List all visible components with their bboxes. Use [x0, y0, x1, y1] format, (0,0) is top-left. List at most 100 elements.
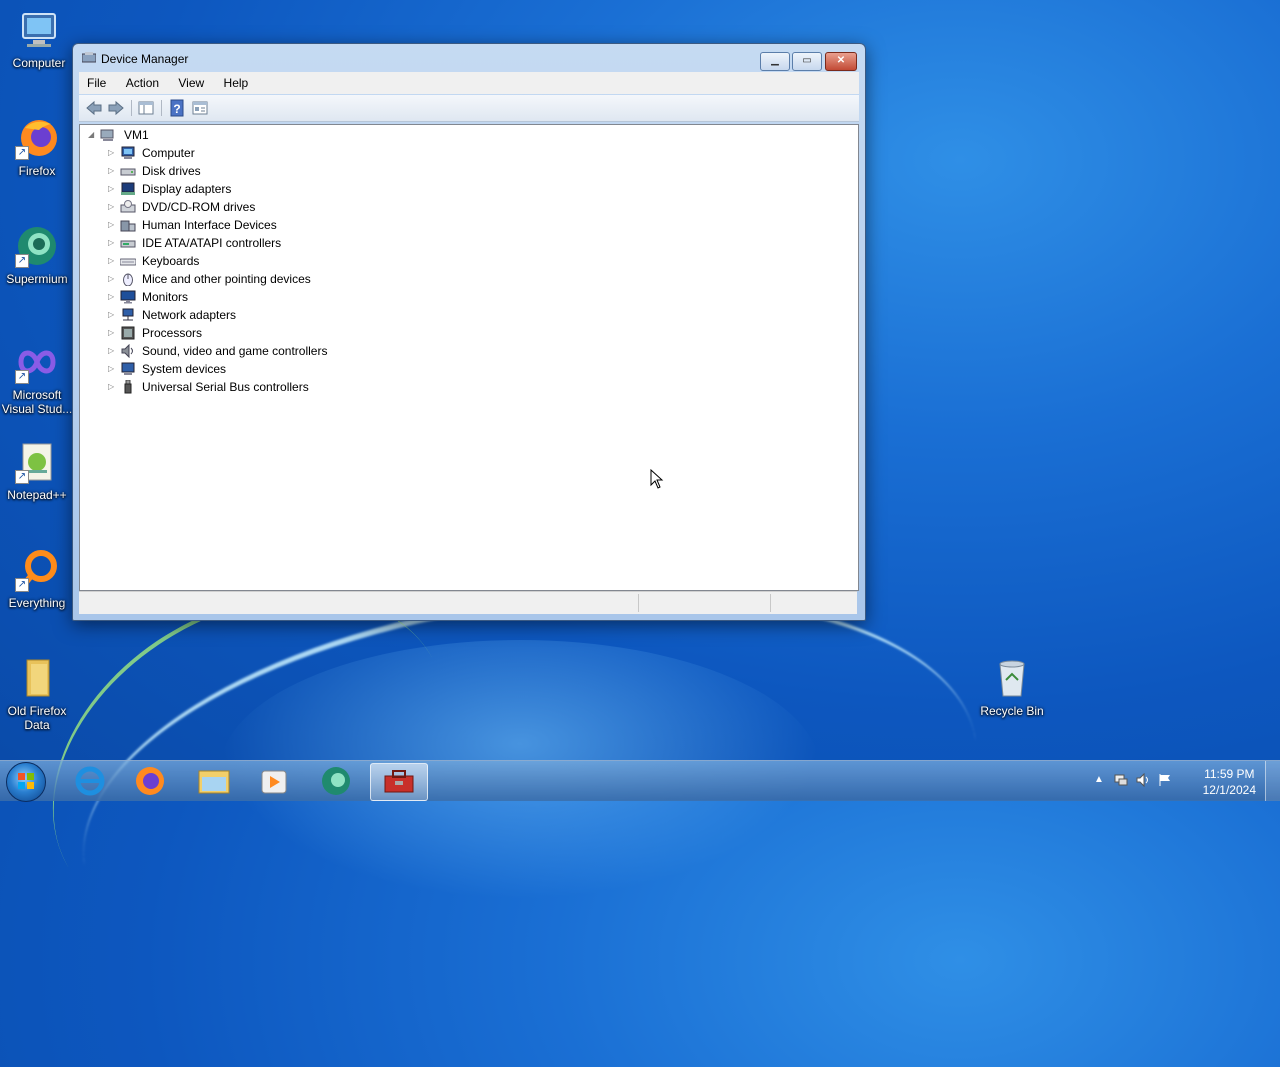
desktop-icon-label: Notepad++ — [7, 488, 67, 502]
taskbar-firefox[interactable] — [122, 763, 178, 799]
disk-drive-icon — [120, 164, 136, 178]
desktop-icon-label: Computer — [12, 56, 66, 70]
dvd-drive-icon — [120, 200, 136, 214]
desktop-icon-label: Old Firefox Data — [7, 704, 67, 732]
desktop-icon-computer[interactable]: Computer — [0, 8, 78, 70]
maximize-icon: ▭ — [802, 55, 812, 66]
desktop-icon-label: Supermium — [6, 272, 68, 286]
close-button[interactable]: ✕ — [825, 52, 857, 71]
ide-controller-icon — [120, 236, 136, 250]
supermium-icon — [322, 767, 350, 795]
menu-view[interactable]: View — [170, 72, 212, 90]
desktop-icon-firefox[interactable]: ↗ Firefox — [0, 116, 76, 178]
toolbar-separator — [131, 100, 132, 116]
tree-item-label: System devices — [142, 362, 227, 376]
status-bar-separator — [638, 594, 639, 612]
desktop-icon-visual-studio[interactable]: ↗ Microsoft Visual Stud... — [0, 340, 76, 416]
device-manager-window[interactable]: Device Manager ▁ ▭ ✕ File Action View He… — [72, 43, 866, 621]
expand-arrow-icon[interactable]: ▷ — [108, 252, 118, 270]
maximize-button[interactable]: ▭ — [792, 52, 822, 71]
toolbar-separator — [161, 100, 162, 116]
minimize-button[interactable]: ▁ — [760, 52, 790, 71]
title-bar[interactable]: Device Manager ▁ ▭ ✕ — [73, 44, 865, 72]
show-desktop-button[interactable] — [1265, 761, 1280, 801]
firefox-icon — [136, 767, 164, 795]
menu-action[interactable]: Action — [118, 72, 167, 90]
mouse-cursor-icon — [650, 468, 664, 489]
expand-arrow-icon[interactable]: ▷ — [108, 234, 118, 252]
forward-arrow-icon[interactable] — [107, 99, 125, 117]
action-center-flag-icon[interactable] — [1158, 773, 1172, 790]
network-tray-icon[interactable] — [1114, 773, 1128, 790]
collapse-arrow-icon[interactable]: ◢ — [88, 126, 98, 144]
taskbar: ▲ 11:59 PM 12/1/2024 — [0, 760, 1280, 802]
expand-arrow-icon[interactable]: ▷ — [108, 144, 118, 162]
recycle-bin-icon — [990, 656, 1034, 700]
expand-arrow-icon[interactable]: ▷ — [108, 270, 118, 288]
start-button[interactable] — [6, 762, 46, 802]
desktop-icon-old-firefox-data[interactable]: Old Firefox Data — [0, 656, 76, 732]
hid-icon — [120, 218, 136, 232]
display-adapter-icon — [120, 182, 136, 196]
shortcut-arrow-icon: ↗ — [15, 370, 29, 384]
status-bar — [79, 591, 857, 614]
expand-arrow-icon[interactable]: ▷ — [108, 162, 118, 180]
tree-item-label: DVD/CD-ROM drives — [142, 200, 256, 214]
usb-icon — [120, 379, 136, 394]
expand-arrow-icon[interactable]: ▷ — [108, 378, 118, 396]
expand-arrow-icon[interactable]: ▷ — [108, 342, 118, 360]
internet-explorer-icon — [75, 766, 105, 796]
back-arrow-icon[interactable] — [85, 99, 103, 117]
shortcut-arrow-icon: ↗ — [15, 254, 29, 268]
taskbar-file-explorer[interactable] — [186, 763, 242, 799]
desktop-icon-recycle-bin[interactable]: Recycle Bin — [973, 656, 1051, 718]
processor-icon — [120, 326, 136, 340]
expand-arrow-icon[interactable]: ▷ — [108, 324, 118, 342]
desktop-icon-supermium[interactable]: ↗ Supermium — [0, 224, 76, 286]
monitor-icon — [120, 290, 136, 304]
expand-arrow-icon[interactable]: ▷ — [108, 198, 118, 216]
taskbar-supermium[interactable] — [308, 763, 364, 799]
clock[interactable]: 11:59 PM 12/1/2024 — [1203, 766, 1256, 798]
menu-file[interactable]: File — [79, 72, 114, 90]
desktop-icon-everything[interactable]: ↗ Everything — [0, 548, 76, 610]
menu-help[interactable]: Help — [216, 72, 257, 90]
volume-icon[interactable] — [1136, 772, 1150, 790]
expand-arrow-icon[interactable]: ▷ — [108, 288, 118, 306]
supermium-icon: ↗ — [15, 224, 59, 268]
desktop-icon-label: Firefox — [18, 164, 56, 178]
expand-arrow-icon[interactable]: ▷ — [108, 360, 118, 378]
expand-arrow-icon[interactable]: ▷ — [108, 306, 118, 324]
media-player-icon — [261, 770, 287, 794]
computer-icon — [17, 8, 61, 52]
notepadpp-icon: ↗ — [15, 440, 59, 484]
status-bar-separator — [770, 594, 771, 612]
svg-text:?: ? — [173, 102, 180, 116]
shortcut-arrow-icon: ↗ — [15, 146, 29, 160]
help-icon[interactable]: ? — [168, 99, 186, 117]
expand-arrow-icon[interactable]: ▷ — [108, 180, 118, 198]
desktop-icon-label: Everything — [8, 596, 66, 610]
device-tree[interactable]: ◢ VM1 ▷ Computer ▷ Disk drives ▷ Display… — [79, 124, 859, 591]
taskbar-internet-explorer[interactable] — [62, 763, 118, 799]
desktop-icon-label: Recycle Bin — [980, 704, 1044, 718]
show-hide-console-tree-icon[interactable] — [137, 99, 155, 117]
device-manager-icon — [384, 770, 414, 793]
properties-icon[interactable] — [191, 99, 209, 117]
desktop-icon-notepadpp[interactable]: ↗ Notepad++ — [0, 440, 76, 502]
visual-studio-icon: ↗ — [15, 340, 59, 384]
taskbar-device-manager[interactable] — [370, 763, 428, 801]
device-manager-icon — [81, 52, 97, 64]
everything-icon: ↗ — [15, 548, 59, 592]
file-explorer-icon — [198, 770, 230, 794]
firefox-icon: ↗ — [15, 116, 59, 160]
desktop-icon-label: Microsoft Visual Stud... — [1, 388, 73, 416]
tree-item-label: Network adapters — [142, 308, 237, 322]
tree-item-label: Mice and other pointing devices — [142, 272, 311, 286]
taskbar-media-player[interactable] — [246, 763, 302, 799]
tree-item-label: Human Interface Devices — [142, 218, 277, 232]
shortcut-arrow-icon: ↗ — [15, 470, 29, 484]
expand-arrow-icon[interactable]: ▷ — [108, 216, 118, 234]
shortcut-arrow-icon: ↗ — [15, 578, 29, 592]
show-hidden-icons-icon[interactable]: ▲ — [1094, 774, 1104, 785]
